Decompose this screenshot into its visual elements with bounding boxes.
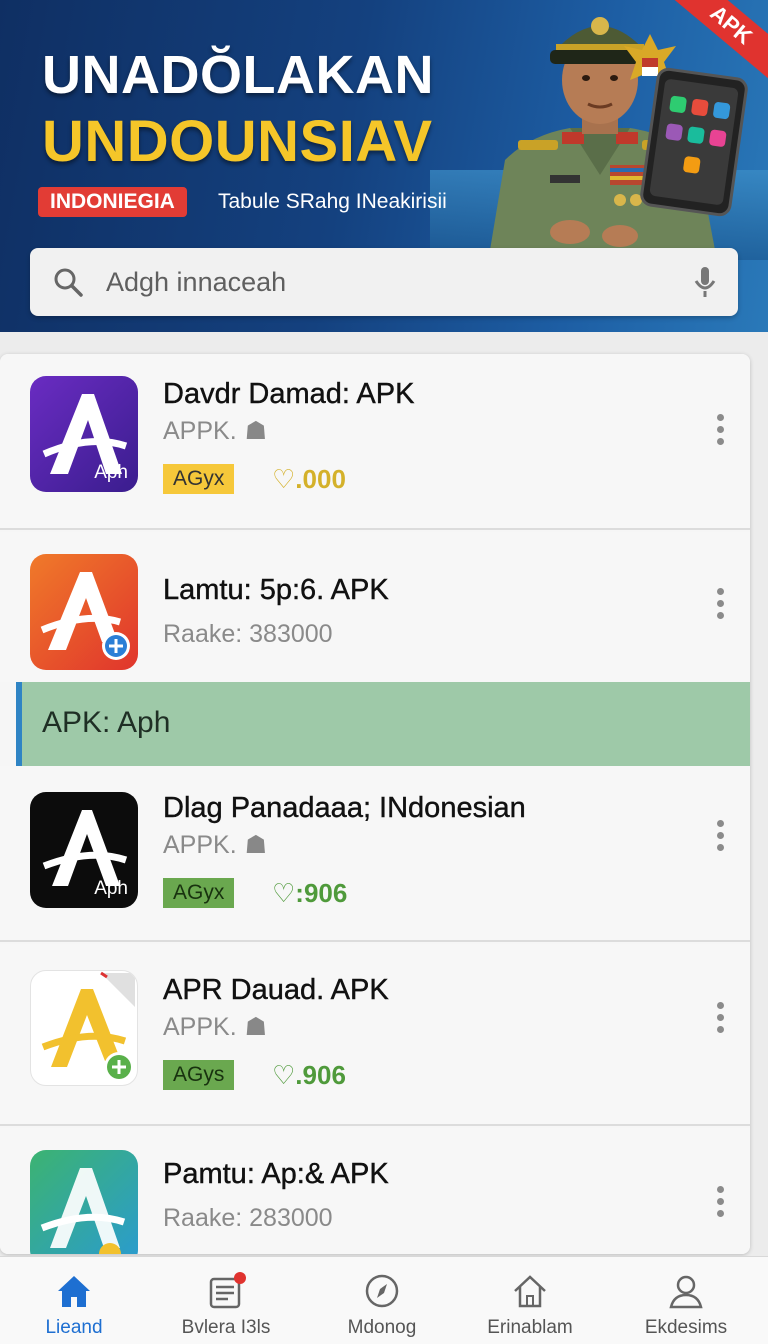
section-banner-label: APK: Aph [42, 706, 171, 739]
home-icon [58, 1276, 90, 1307]
more-options-icon[interactable] [710, 586, 730, 622]
letter-a-logo-icon [40, 572, 130, 660]
app-subtitle: Raake: 383000 [163, 620, 333, 648]
app-icon: Aph [30, 792, 138, 908]
shield-icon: ☗ [244, 417, 268, 445]
more-options-icon[interactable] [710, 818, 730, 854]
app-icon [30, 554, 138, 670]
hero-banner: APK UNADŎLAKAN UNDOUNSIAV INDONIEGIA Tab… [0, 0, 768, 332]
search-bar[interactable] [30, 248, 738, 316]
app-name: Davdr Damad: APK [163, 378, 415, 410]
section-banner[interactable]: APK: Aph [16, 682, 750, 766]
country-badge: INDONIEGIA [38, 187, 187, 217]
shield-icon: ☗ [244, 1013, 268, 1041]
bottom-navigation: Lieand Bvlera I3ls Mdonog Erinablam Ekde… [0, 1256, 768, 1344]
app-rating: ♡:906 [272, 878, 348, 908]
more-options-icon[interactable] [710, 412, 730, 448]
hero-title-line1: UNADŎLAKAN [42, 45, 434, 105]
app-name: Lamtu: 5p:6. APK [163, 574, 389, 606]
app-name: Dlag Panadaaa; INdonesian [163, 792, 526, 824]
app-subtitle: Raake: 283000 [163, 1204, 333, 1232]
list-item[interactable]: Pamtu: Ap:& APK Raake: 283000 [0, 1128, 750, 1254]
list-item[interactable]: Aph Dlag Panadaaa; INdonesian APPK. ☗ AGy… [0, 766, 750, 942]
hero-subtitle: Tabule SRahg INeakirisii [218, 190, 447, 213]
app-list: Aph Davdr Damad: APK APPK. ☗ AGyx ♡.000 L… [0, 354, 750, 1254]
app-name: Pamtu: Ap:& APK [163, 1158, 389, 1190]
more-options-icon[interactable] [710, 1000, 730, 1036]
nav-item-apps[interactable]: Erinablam [460, 1257, 600, 1344]
search-input[interactable] [106, 248, 666, 316]
app-subtitle: APPK. ☗ [163, 417, 268, 445]
nav-label: Erinablam [487, 1317, 573, 1338]
profile-icon [669, 1275, 703, 1309]
nav-item-news[interactable]: Bvlera I3ls [156, 1257, 296, 1344]
app-rating: ♡.906 [272, 1060, 346, 1090]
search-icon[interactable] [52, 266, 84, 298]
list-item[interactable]: APR Dauad. APK APPK. ☗ AGys ♡.906 [0, 944, 750, 1126]
nav-label: Mdonog [347, 1317, 417, 1338]
nav-label: Ekdesims [644, 1317, 728, 1338]
nav-item-home[interactable]: Lieand [4, 1257, 144, 1344]
compass-icon [365, 1274, 399, 1308]
app-tag: AGys [163, 1060, 235, 1090]
app-icon [30, 1150, 138, 1254]
app-subtitle: APPK. ☗ [163, 1013, 268, 1041]
house-outline-icon [514, 1275, 546, 1308]
nav-label: Lieand [45, 1317, 103, 1338]
list-item[interactable]: Aph Davdr Damad: APK APPK. ☗ AGyx ♡.000 [0, 354, 750, 530]
app-tag: AGyx [163, 878, 235, 908]
app-icon [30, 970, 138, 1086]
app-icon-label: Aph [94, 878, 128, 899]
app-name: APR Dauad. APK [163, 974, 389, 1006]
phone-illustration [638, 66, 750, 218]
app-tag: AGyx [163, 464, 235, 494]
letter-a-logo-icon [41, 971, 135, 1082]
app-subtitle: APPK. ☗ [163, 831, 268, 859]
app-icon: Aph [30, 376, 138, 492]
list-item[interactable]: Lamtu: 5p:6. APK Raake: 383000 [0, 532, 750, 682]
news-icon [209, 1272, 246, 1309]
letter-a-logo-icon [40, 1168, 126, 1254]
shield-icon: ☗ [244, 831, 268, 859]
app-rating: ♡.000 [272, 464, 346, 494]
more-options-icon[interactable] [710, 1184, 730, 1220]
nav-item-discover[interactable]: Mdonog [312, 1257, 452, 1344]
nav-label: Bvlera I3ls [181, 1317, 271, 1338]
hero-title-line2: UNDOUNSIAV [42, 109, 433, 174]
nav-item-profile[interactable]: Ekdesims [616, 1257, 756, 1344]
microphone-icon[interactable] [692, 265, 718, 299]
app-icon-label: Aph [94, 462, 128, 483]
